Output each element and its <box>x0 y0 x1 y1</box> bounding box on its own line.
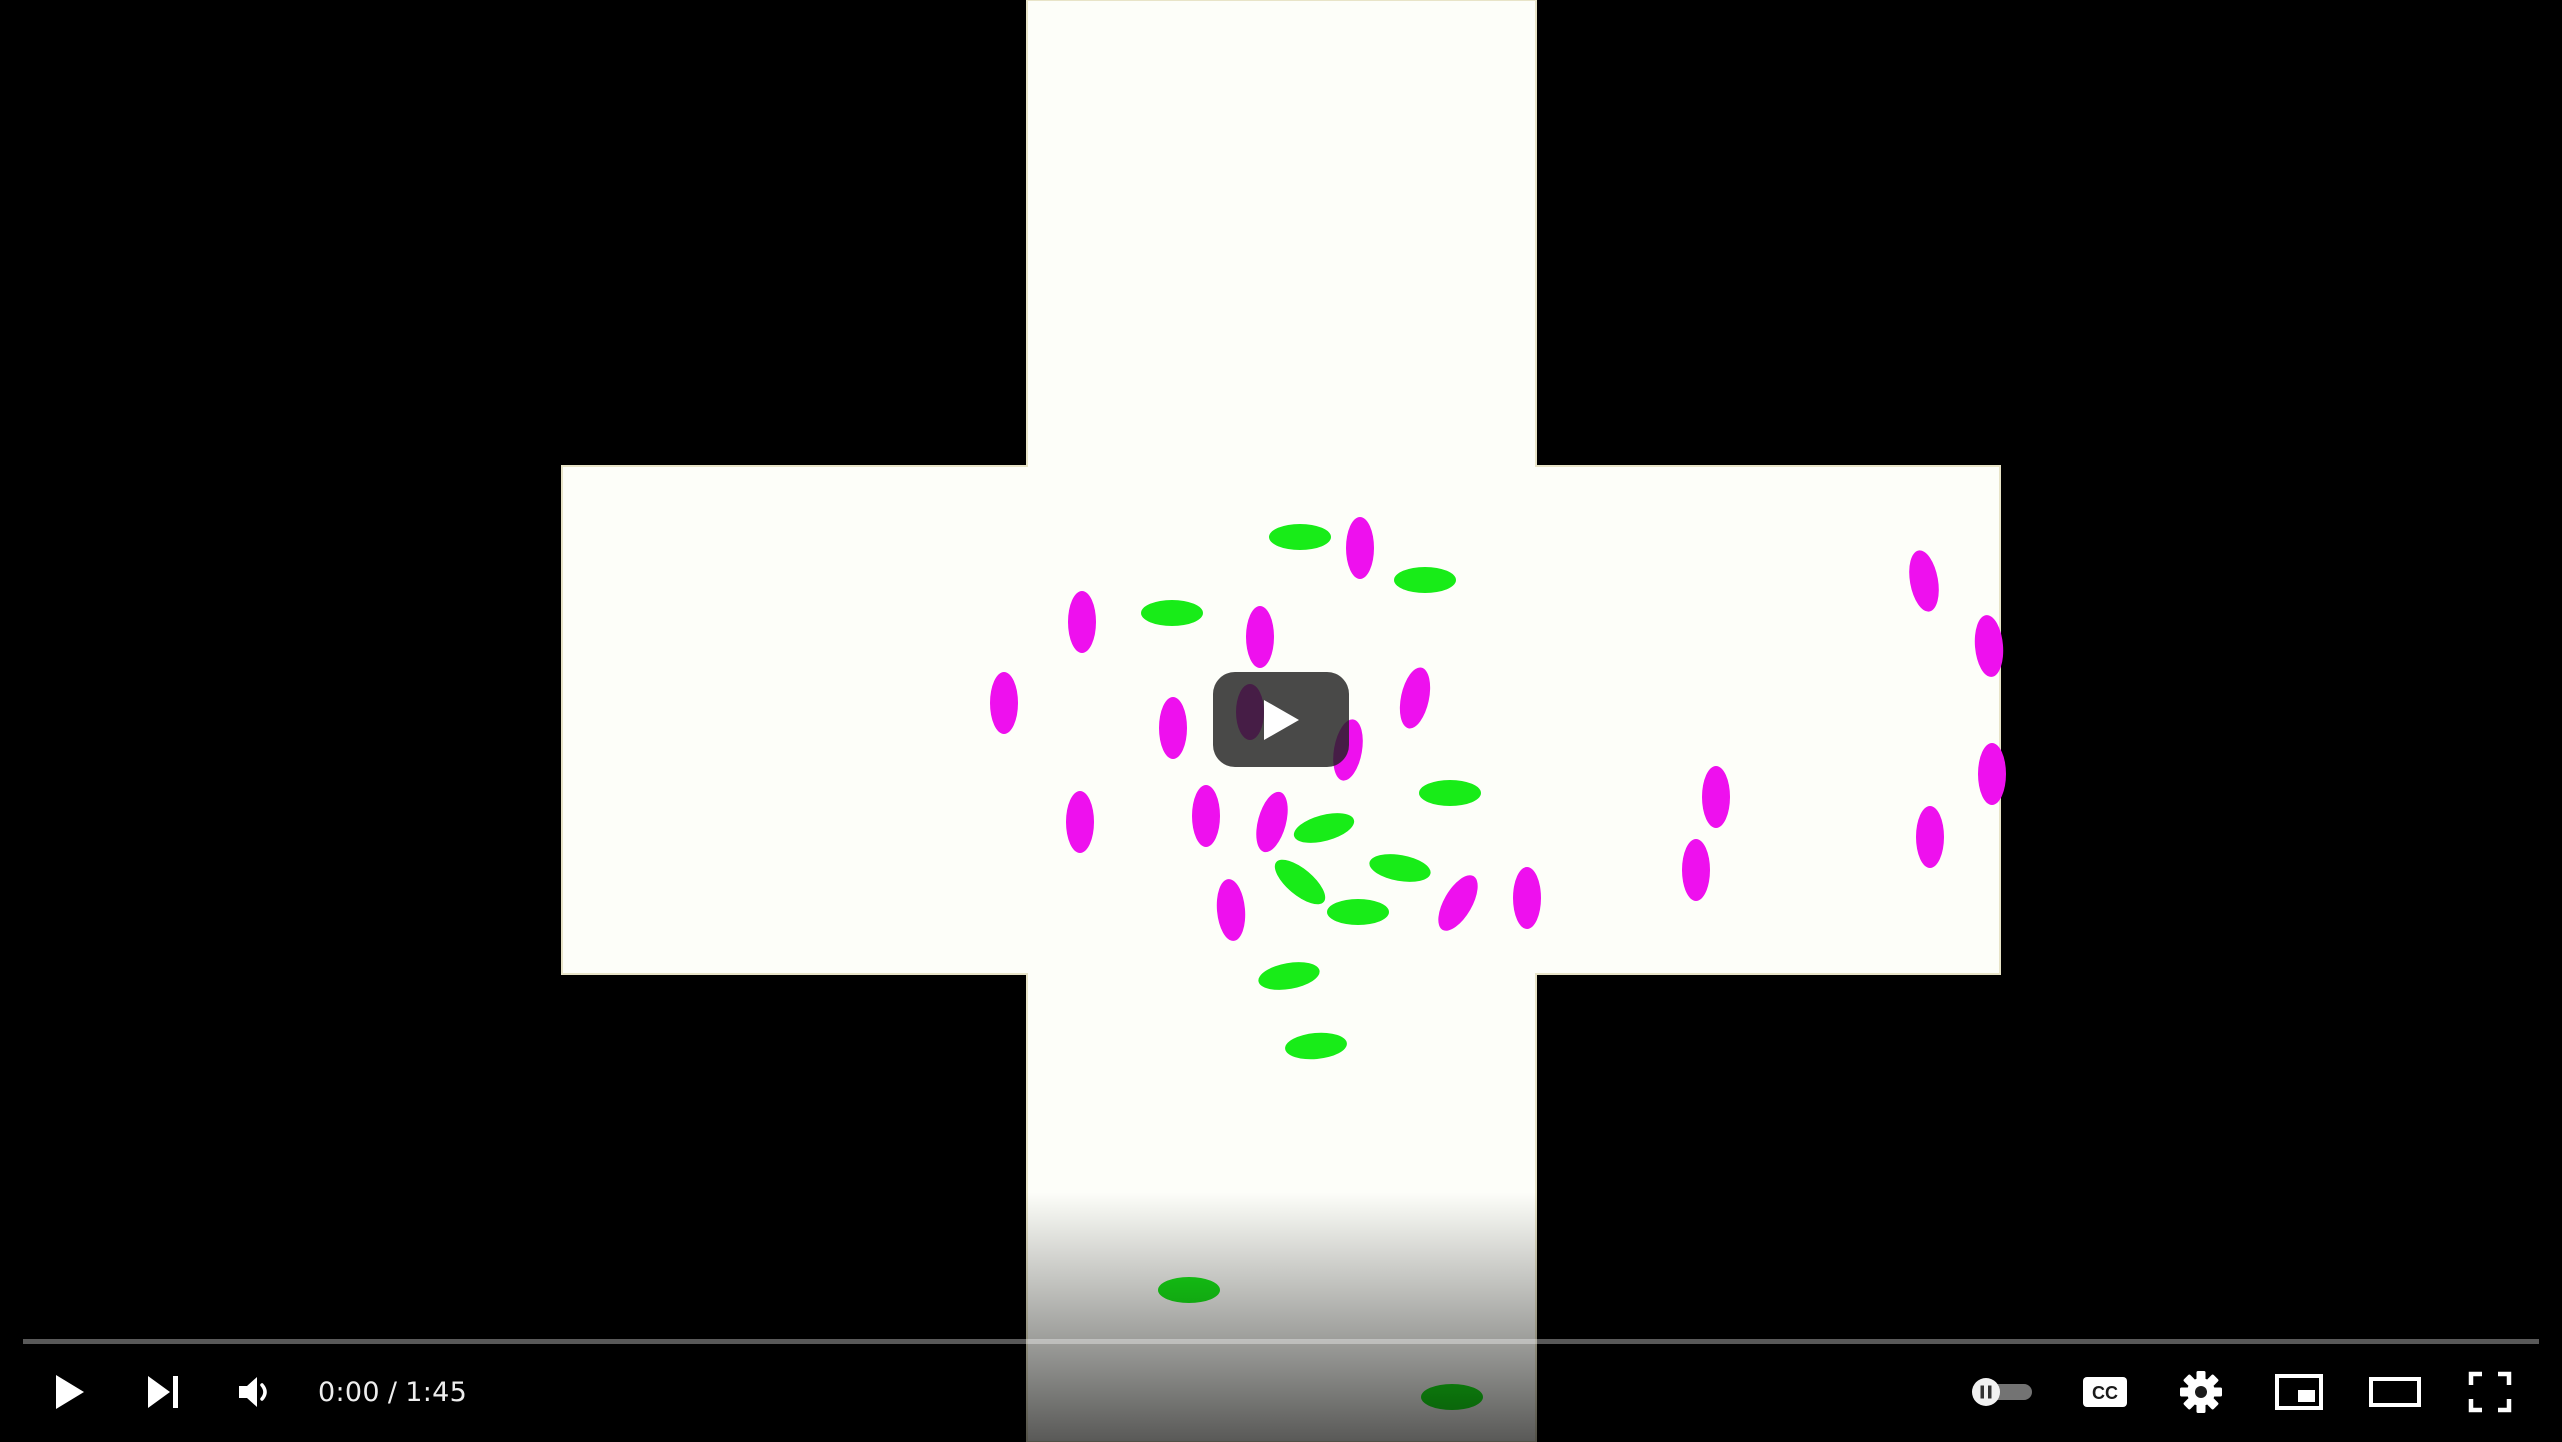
theater-mode-button[interactable] <box>2356 1356 2434 1428</box>
green-particle <box>1141 600 1203 626</box>
green-particle <box>1419 780 1481 806</box>
fullscreen-button[interactable] <box>2452 1356 2528 1428</box>
green-particle <box>1394 567 1456 593</box>
magenta-particle <box>1068 591 1096 653</box>
theater-mode-icon <box>2369 1377 2421 1407</box>
autoplay-toggle[interactable] <box>1962 1356 2040 1428</box>
magenta-particle <box>1246 606 1274 668</box>
control-bar: 0:00 / 1:45 CC <box>0 1356 2562 1428</box>
green-particle <box>1158 1277 1220 1303</box>
magenta-particle <box>1159 697 1187 759</box>
large-play-button[interactable] <box>1213 672 1349 767</box>
settings-button[interactable] <box>2164 1356 2238 1428</box>
current-time: 0:00 <box>318 1376 380 1408</box>
progress-bar[interactable] <box>23 1339 2539 1344</box>
magenta-particle <box>1192 785 1220 847</box>
volume-icon <box>239 1377 267 1407</box>
captions-button[interactable]: CC <box>2068 1356 2142 1428</box>
next-button[interactable] <box>130 1356 198 1428</box>
next-icon <box>148 1376 178 1408</box>
magenta-particle <box>1978 743 2006 805</box>
time-separator: / <box>387 1376 398 1408</box>
play-icon <box>56 1375 84 1409</box>
autoplay-toggle-icon <box>1972 1378 2032 1406</box>
time-display: 0:00 / 1:45 <box>318 1356 467 1428</box>
mute-button[interactable] <box>222 1356 290 1428</box>
magenta-particle <box>1682 839 1710 901</box>
magenta-particle <box>1513 867 1541 929</box>
magenta-particle <box>1346 517 1374 579</box>
green-particle <box>1327 899 1389 925</box>
miniplayer-button[interactable] <box>2262 1356 2336 1428</box>
green-particle <box>1269 524 1331 550</box>
magenta-particle <box>990 672 1018 734</box>
captions-icon: CC <box>2083 1377 2127 1407</box>
magenta-particle <box>1066 791 1094 853</box>
magenta-particle <box>1702 766 1730 828</box>
captions-label: CC <box>2092 1383 2118 1403</box>
video-player[interactable]: 0:00 / 1:45 CC <box>0 0 2562 1442</box>
gear-icon <box>2180 1371 2222 1413</box>
play-icon <box>1264 699 1299 740</box>
magenta-particle <box>1916 806 1944 868</box>
play-button[interactable] <box>36 1356 104 1428</box>
duration: 1:45 <box>405 1376 468 1408</box>
fullscreen-icon <box>2468 1371 2512 1413</box>
miniplayer-icon <box>2275 1374 2323 1410</box>
